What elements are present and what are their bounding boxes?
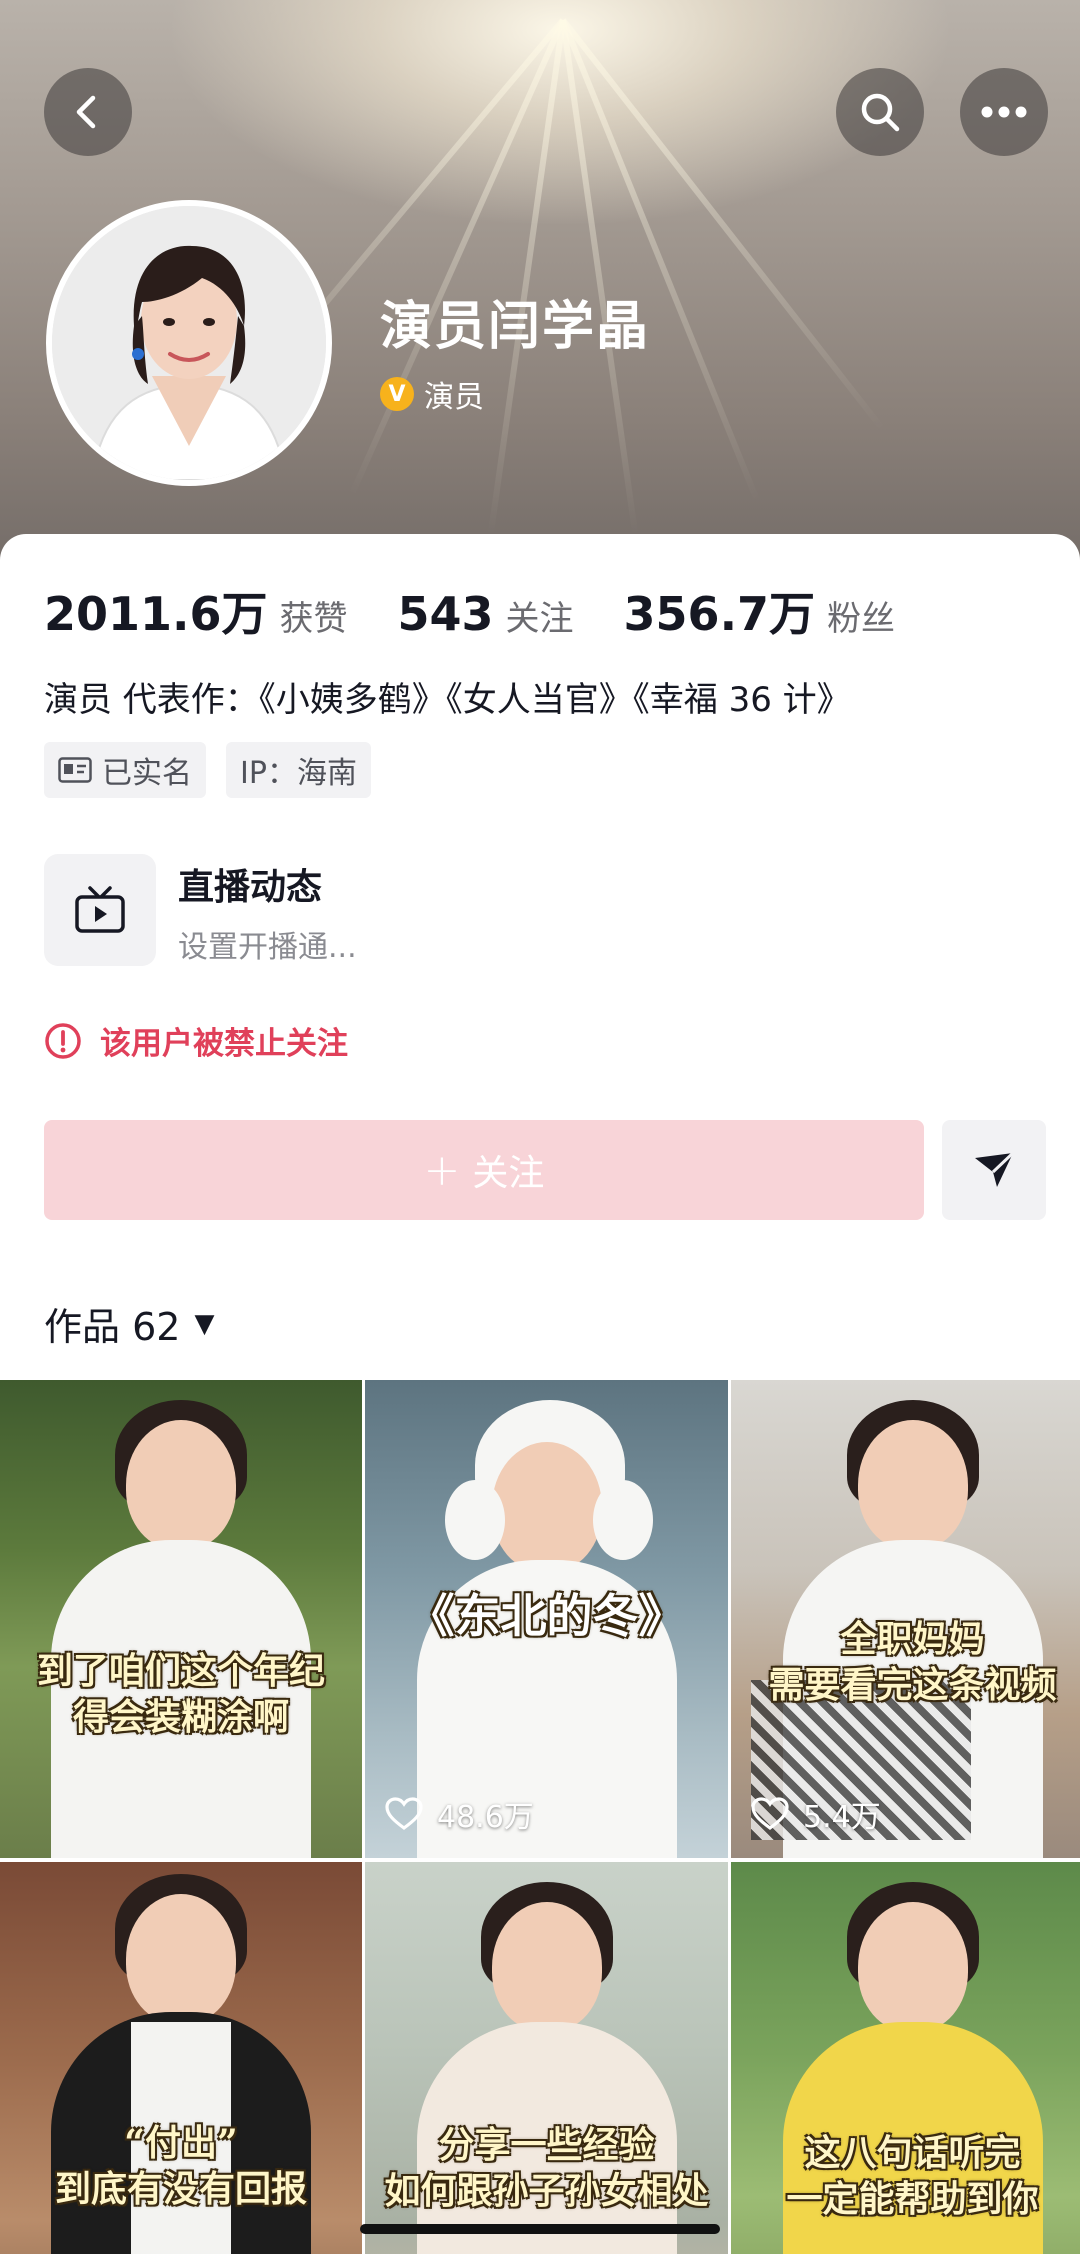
- profile-name: 演员闫学晶: [380, 297, 651, 357]
- video-caption-line: 分享一些经验: [438, 2124, 655, 2166]
- avatar-photo: [52, 206, 326, 480]
- video-likes: 48.6万: [385, 1792, 534, 1836]
- tv-live-icon: [75, 886, 125, 933]
- send-arrow-icon: [975, 1151, 1015, 1187]
- more-dots-icon: [981, 106, 1027, 118]
- video-tile[interactable]: 到了咱们这个年纪 得会装糊涂啊: [0, 1380, 362, 1858]
- real-name-label: 已实名: [102, 756, 192, 791]
- video-tile[interactable]: “付出” 到底有没有回报: [0, 1862, 362, 2254]
- video-thumbnail-figure: [445, 1480, 505, 1560]
- back-button[interactable]: [44, 68, 132, 156]
- video-thumbnail-figure: [857, 1420, 968, 1550]
- video-thumbnail-figure: [491, 1902, 602, 2032]
- video-caption-line: 如何跟孙子孙女相处: [384, 2170, 709, 2212]
- video-likes-count: 48.6万: [437, 1800, 534, 1835]
- video-caption-line: 《东北的冬》: [408, 1589, 685, 1643]
- video-caption-line: “付出”: [124, 2122, 238, 2164]
- cover-light-ray: [560, 18, 761, 504]
- ip-location-tag: IP：海南: [226, 742, 371, 798]
- heart-icon: [385, 1797, 423, 1830]
- verified-v-icon: V: [380, 377, 414, 411]
- heart-icon: [751, 1797, 789, 1830]
- profile-bio: 演员 代表作：《小姨多鹤》《女人当官》《幸福 36 计》: [44, 680, 851, 720]
- alert-circle-icon: [45, 1022, 81, 1059]
- home-indicator[interactable]: [360, 2224, 720, 2234]
- video-caption: 分享一些经验 如何跟孙子孙女相处: [365, 2122, 728, 2214]
- video-caption-line: 一定能帮助到你: [786, 2178, 1039, 2220]
- video-caption: 这八句话听完 一定能帮助到你: [731, 2130, 1080, 2222]
- followers-count[interactable]: 356.7万: [624, 578, 816, 644]
- video-thumbnail-figure: [593, 1480, 653, 1560]
- video-caption: 全职妈妈 需要看完这条视频: [731, 1616, 1080, 1708]
- video-caption-line: 这八句话听完: [804, 2132, 1021, 2174]
- verification-label: 演员: [424, 380, 484, 415]
- real-name-tag[interactable]: 已实名: [44, 742, 206, 798]
- follow-button[interactable]: + 关注: [44, 1120, 924, 1220]
- id-card-icon: [58, 757, 92, 783]
- video-caption: 到了咱们这个年纪 得会装糊涂啊: [0, 1648, 362, 1740]
- video-thumbnail-figure: [491, 1442, 602, 1572]
- following-label: 关注: [505, 599, 574, 639]
- following-count[interactable]: 543: [398, 587, 494, 641]
- search-icon: [861, 93, 900, 132]
- plus-icon: +: [423, 1144, 461, 1196]
- live-activity-icon-box[interactable]: [44, 854, 156, 966]
- video-caption-line: 到底有没有回报: [54, 2168, 307, 2210]
- followers-label: 粉丝: [827, 599, 896, 639]
- video-thumbnail-figure: [126, 1894, 236, 2024]
- chevron-left-icon: [76, 95, 96, 129]
- search-button[interactable]: [836, 68, 924, 156]
- works-tab[interactable]: 作品 62 ▼: [44, 1296, 214, 1351]
- share-button[interactable]: [942, 1120, 1046, 1220]
- likes-label: 获赞: [279, 599, 348, 639]
- follow-banned-text: 该用户被禁止关注: [100, 1026, 348, 1062]
- video-caption-line: 得会装糊涂啊: [72, 1696, 289, 1738]
- video-tile[interactable]: 《东北的冬》 48.6万: [365, 1380, 728, 1858]
- video-caption: “付出” 到底有没有回报: [0, 2120, 362, 2212]
- video-grid: 到了咱们这个年纪 得会装糊涂啊 《东北的冬》 48.6万 全职妈妈 需要看完这条…: [0, 1380, 1080, 2254]
- verification-badge: V 演员: [380, 372, 484, 416]
- video-caption: 《东北的冬》: [365, 1588, 728, 1644]
- caret-down-icon: ▼: [194, 1308, 215, 1339]
- video-tile[interactable]: 这八句话听完 一定能帮助到你: [731, 1862, 1080, 2254]
- video-likes: 5.4万: [751, 1792, 881, 1836]
- video-thumbnail-figure: [857, 1902, 968, 2032]
- profile-info-panel: [0, 534, 1080, 1384]
- more-button[interactable]: [960, 68, 1048, 156]
- cover-light-ray: [348, 18, 566, 497]
- ip-location-label: IP：海南: [240, 756, 357, 791]
- video-tile[interactable]: 分享一些经验 如何跟孙子孙女相处: [365, 1862, 728, 2254]
- video-caption-line: 全职妈妈: [840, 1618, 985, 1660]
- works-count-label: 作品 62: [44, 1305, 181, 1349]
- video-tile[interactable]: 全职妈妈 需要看完这条视频 5.4万: [731, 1380, 1080, 1858]
- video-likes-count: 5.4万: [803, 1800, 881, 1835]
- follow-banned-notice: 该用户被禁止关注: [44, 1018, 348, 1063]
- live-activity-subtitle: 设置开播通...: [178, 930, 357, 965]
- profile-stats: 2011.6万 获赞 543 关注 356.7万 粉丝: [44, 578, 945, 644]
- live-activity-title[interactable]: 直播动态: [178, 858, 322, 910]
- video-caption-line: 到了咱们这个年纪: [36, 1650, 325, 1692]
- video-thumbnail-figure: [126, 1420, 236, 1550]
- avatar[interactable]: [46, 200, 332, 486]
- follow-button-label: 关注: [472, 1153, 545, 1194]
- video-caption-line: 需要看完这条视频: [768, 1664, 1057, 1706]
- likes-count[interactable]: 2011.6万: [44, 578, 268, 644]
